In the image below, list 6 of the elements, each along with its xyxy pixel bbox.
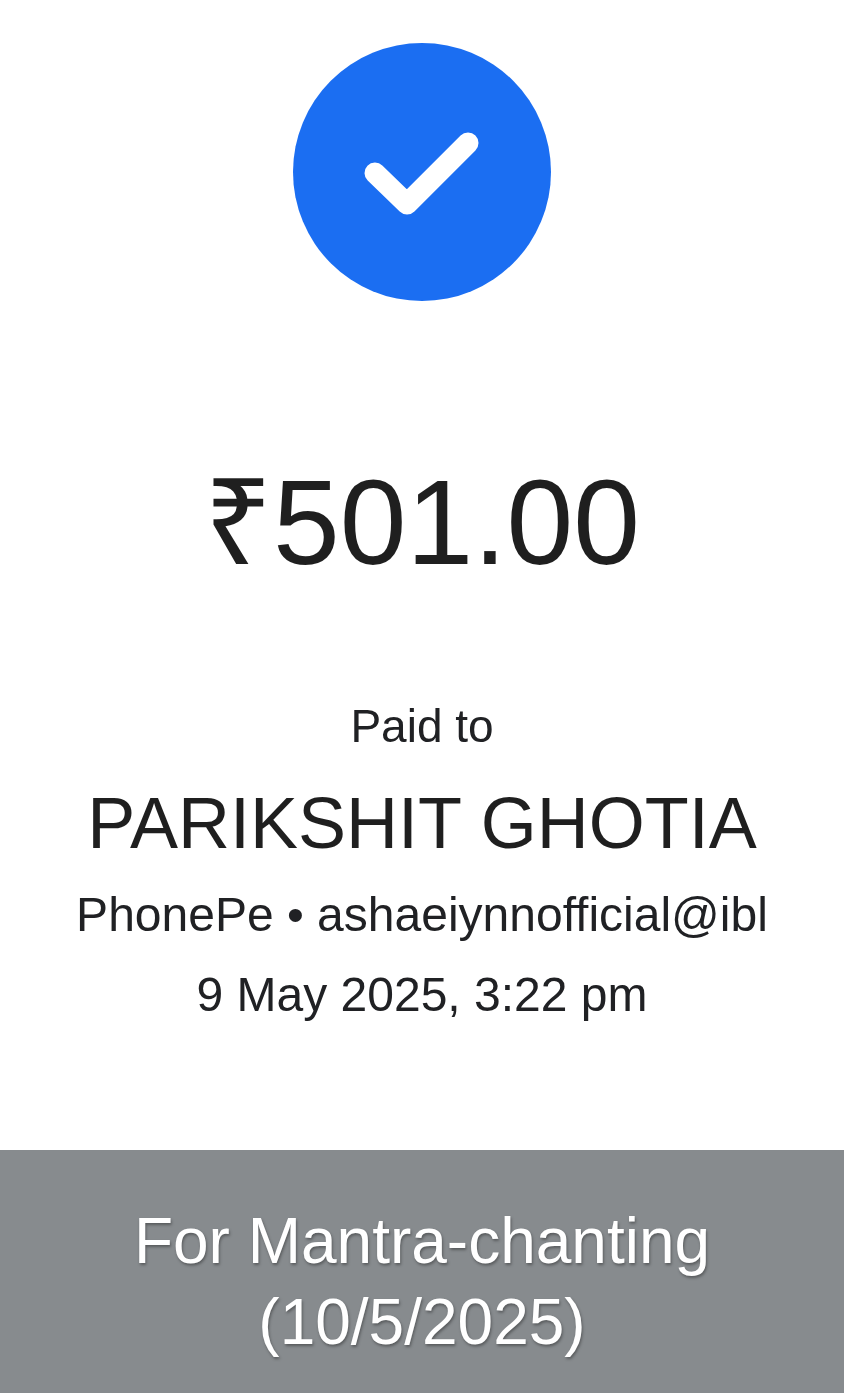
payment-time: 9 May 2025, 3:22 pm (196, 971, 648, 1019)
note-text: For Mantra-chanting (10/5/2025) (132, 1204, 712, 1360)
paid-to-label: Paid to (350, 703, 494, 749)
payee-detail: PhonePe • ashaeiynnofficial@ibl (76, 891, 768, 939)
payee-name: PARIKSHIT GHOTIA (87, 787, 757, 859)
amount-text: ₹501.00 (204, 462, 640, 582)
